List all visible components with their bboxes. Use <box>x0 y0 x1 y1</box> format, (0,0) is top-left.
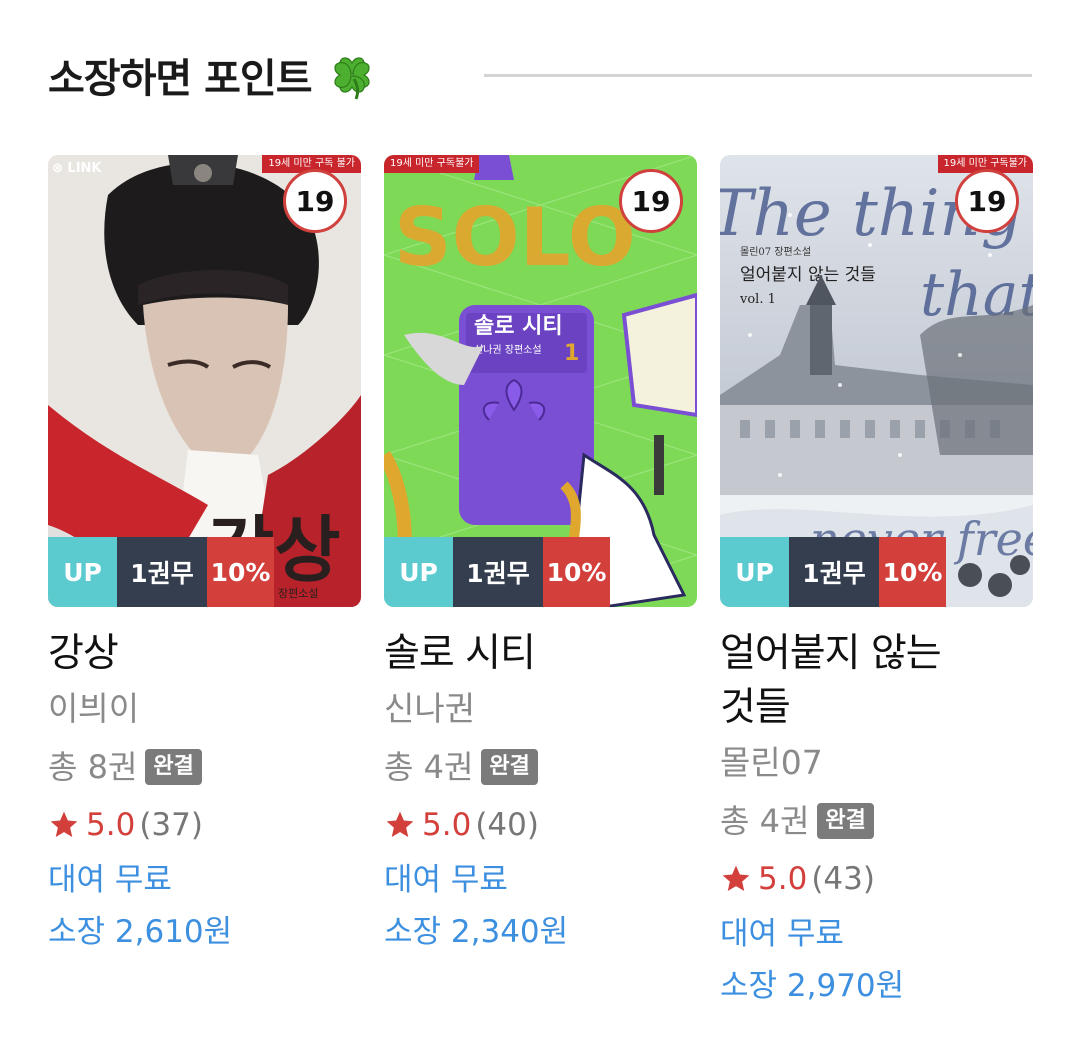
section-header: 소장하면 포인트 <box>48 46 1032 106</box>
book-card-solo-city[interactable]: SOLO 솔로 시티 신나권 장편소설 1 19세 미만 구독불가 19 UP … <box>384 155 697 957</box>
rating-score: 5.0 <box>422 807 472 843</box>
book-cover[interactable]: SOLO 솔로 시티 신나권 장편소설 1 19세 미만 구독불가 19 UP … <box>384 155 697 607</box>
rating-count: (37) <box>139 807 203 843</box>
own-price[interactable]: 소장 2,610원 <box>48 907 361 957</box>
age-rating-badge: 19 <box>283 169 347 233</box>
complete-badge: 완결 <box>481 749 538 785</box>
book-volumes: 총 4권 완결 <box>720 791 1033 851</box>
book-title[interactable]: 솔로 시티 <box>384 627 697 681</box>
tag-first-volume-free: 1권무 <box>117 537 207 607</box>
promo-tags: UP 1권무 10% <box>48 537 274 607</box>
star-icon <box>386 811 414 837</box>
rating-score: 5.0 <box>758 861 808 897</box>
book-author[interactable]: 이븨이 <box>48 681 361 737</box>
book-card-gangsang[interactable]: 강상 장편소설 ⊗ LINK 19세 미만 구독 불가 19 UP 1권무 10… <box>48 155 361 957</box>
book-cover[interactable]: The thing that 몰린07 장편소설 얼어붙지 않는 것들 vol.… <box>720 155 1033 607</box>
volume-count: 총 4권 <box>720 802 810 840</box>
section-title: 소장하면 포인트 <box>48 46 378 104</box>
book-volumes: 총 8권 완결 <box>48 737 361 797</box>
book-info: 솔로 시티 신나권 총 4권 완결 5.0 (40) 대여 무료 소장 2,34… <box>384 627 697 957</box>
age-rating-badge: 19 <box>955 169 1019 233</box>
rent-price[interactable]: 대여 무료 <box>384 853 697 907</box>
svg-text:장편소설: 장편소설 <box>278 587 318 600</box>
tag-up: UP <box>48 537 117 607</box>
promo-tags: UP 1권무 10% <box>384 537 610 607</box>
svg-text:SOLO: SOLO <box>394 191 636 284</box>
cover-subtitle-art: 신나권 장편소설 <box>474 344 542 356</box>
own-price[interactable]: 소장 2,340원 <box>384 907 697 957</box>
promo-tags: UP 1권무 10% <box>720 537 946 607</box>
book-author[interactable]: 몰린07 <box>720 735 1033 791</box>
publisher-logo: ⊗ LINK <box>52 161 102 176</box>
book-rating: 5.0 (37) <box>48 797 361 853</box>
rent-price[interactable]: 대여 무료 <box>48 853 361 907</box>
svg-text:1: 1 <box>564 341 579 366</box>
book-card-unfrozen-things[interactable]: The thing that 몰린07 장편소설 얼어붙지 않는 것들 vol.… <box>720 155 1033 1011</box>
header-divider <box>484 74 1032 77</box>
book-title-line-2: 것들 <box>720 685 791 730</box>
tag-up: UP <box>720 537 789 607</box>
book-rating: 5.0 (43) <box>720 851 1033 907</box>
tag-first-volume-free: 1권무 <box>453 537 543 607</box>
volume-count: 총 4권 <box>384 748 474 786</box>
book-title-line-1: 얼어붙지 않는 <box>720 631 942 676</box>
tag-discount: 10% <box>543 537 610 607</box>
cover-volume-art: vol. 1 <box>739 292 776 307</box>
book-info: 얼어붙지 않는 것들 몰린07 총 4권 완결 5.0 (43) 대여 무료 소… <box>720 627 1033 1011</box>
cover-author-art: 몰린07 장편소설 <box>740 246 811 258</box>
book-volumes: 총 4권 완결 <box>384 737 697 797</box>
section-title-text: 소장하면 포인트 <box>48 56 313 102</box>
age-rating-badge: 19 <box>619 169 683 233</box>
book-title[interactable]: 강상 <box>48 627 361 681</box>
cover-title-art: 솔로 시티 <box>474 314 563 339</box>
own-price[interactable]: 소장 2,970원 <box>720 961 1033 1011</box>
cover-title-art: 얼어붙지 않는 것들 <box>740 265 876 285</box>
rating-score: 5.0 <box>86 807 136 843</box>
star-icon <box>50 811 78 837</box>
book-cover[interactable]: 강상 장편소설 ⊗ LINK 19세 미만 구독 불가 19 UP 1권무 10… <box>48 155 361 607</box>
book-info: 강상 이븨이 총 8권 완결 5.0 (37) 대여 무료 소장 2,610원 <box>48 627 361 957</box>
volume-count: 총 8권 <box>48 748 138 786</box>
rating-count: (40) <box>475 807 539 843</box>
tag-first-volume-free: 1권무 <box>789 537 879 607</box>
age-restriction-ribbon: 19세 미만 구독불가 <box>384 155 480 173</box>
four-leaf-clover-icon <box>326 49 378 101</box>
complete-badge: 완결 <box>817 803 874 839</box>
book-title[interactable]: 얼어붙지 않는 것들 <box>720 627 1033 735</box>
tag-discount: 10% <box>207 537 274 607</box>
tag-up: UP <box>384 537 453 607</box>
rating-count: (43) <box>811 861 875 897</box>
star-icon <box>722 865 750 891</box>
complete-badge: 완결 <box>145 749 202 785</box>
rent-price[interactable]: 대여 무료 <box>720 907 1033 961</box>
book-author[interactable]: 신나권 <box>384 681 697 737</box>
tag-discount: 10% <box>879 537 946 607</box>
book-rating: 5.0 (40) <box>384 797 697 853</box>
